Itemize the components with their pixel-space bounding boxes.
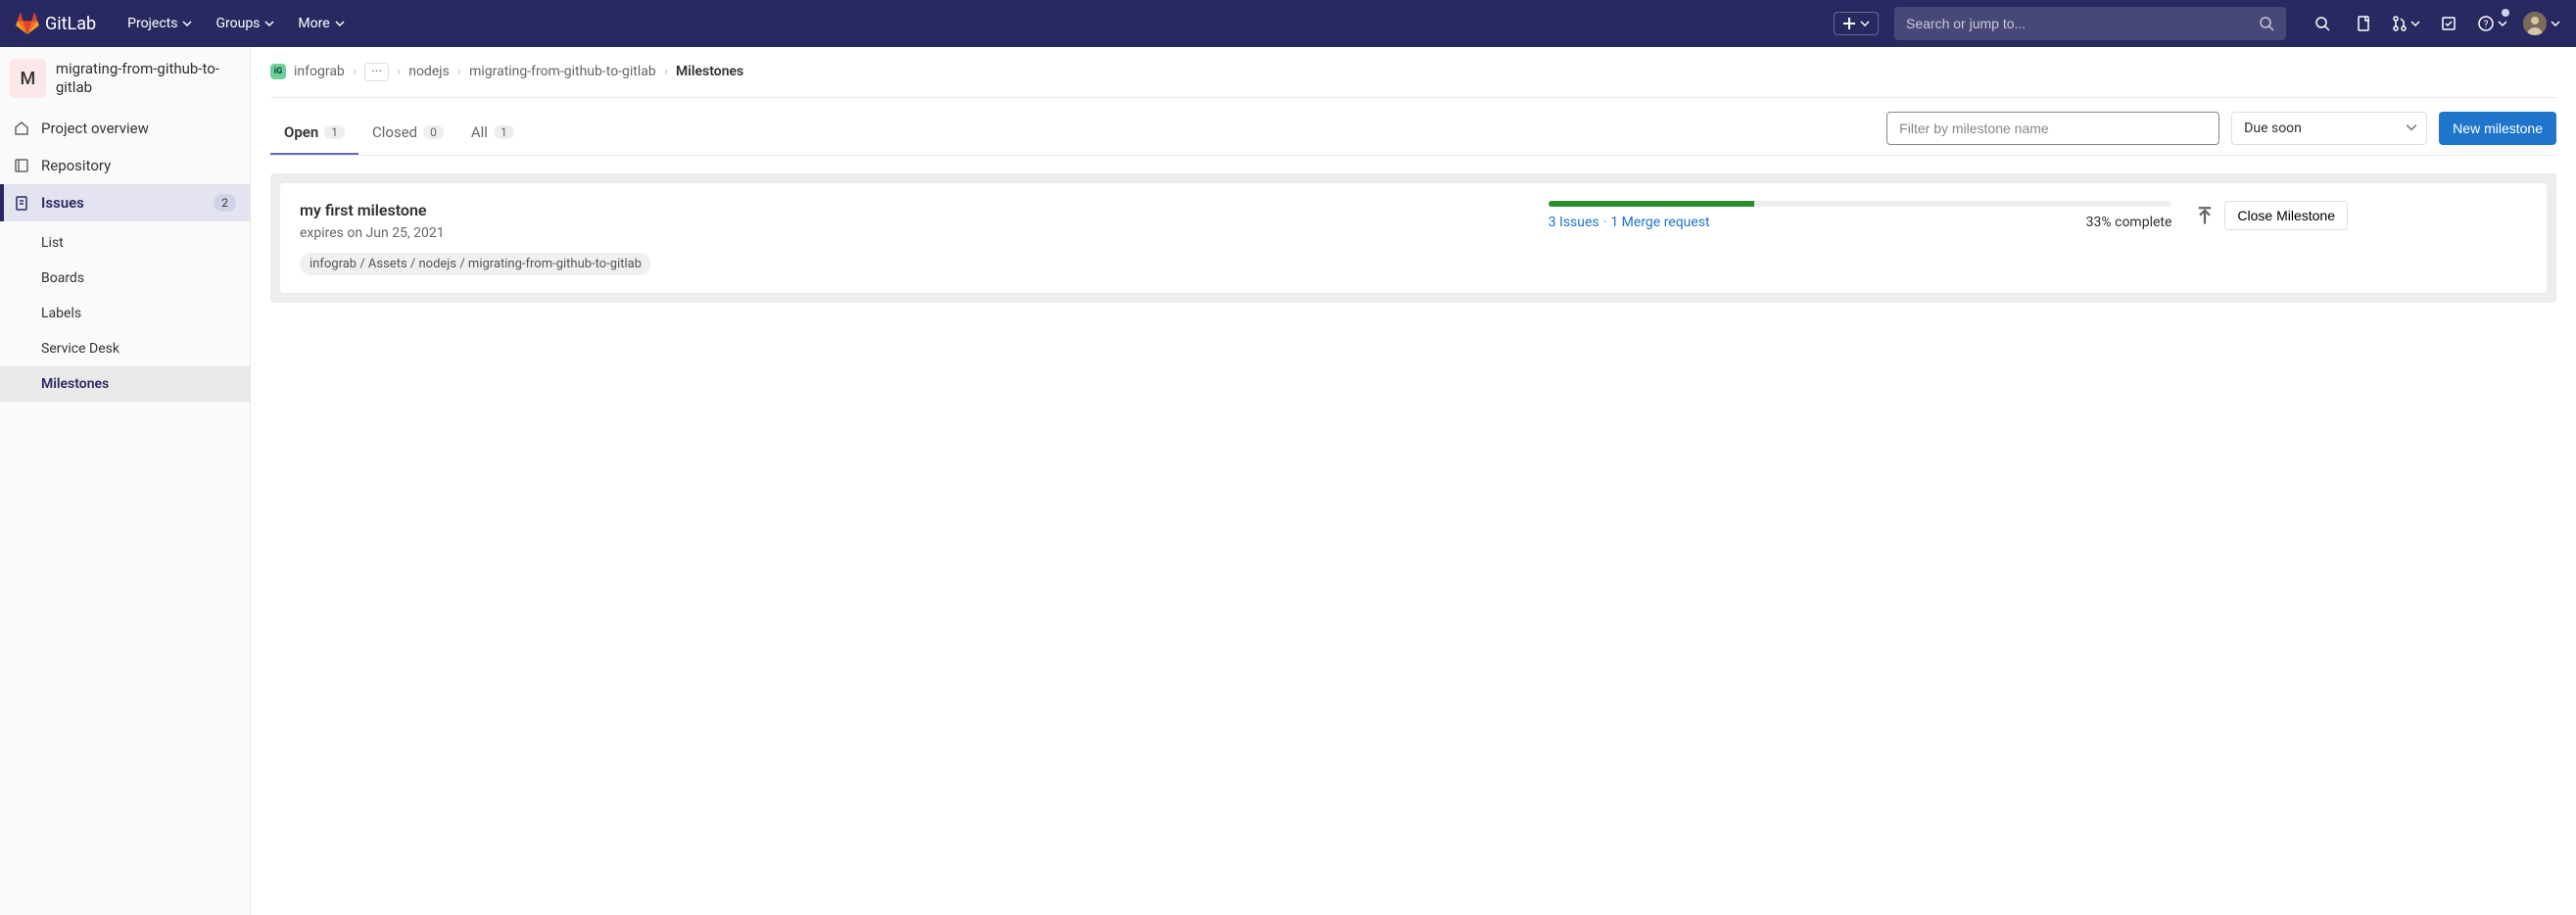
global-search[interactable] xyxy=(1894,7,2286,40)
repository-icon xyxy=(14,158,29,173)
crumb-current: Milestones xyxy=(676,64,743,79)
tab-all[interactable]: All 1 xyxy=(457,112,528,155)
sidebar-sub-list[interactable]: List xyxy=(0,225,250,261)
gitlab-icon xyxy=(16,12,39,35)
filter-bar: Open 1 Closed 0 All 1 Due soon xyxy=(270,98,2556,156)
chevron-down-icon xyxy=(182,19,192,28)
home-icon xyxy=(14,120,29,136)
user-avatar xyxy=(2523,12,2547,35)
merge-requests-icon-button[interactable] xyxy=(2388,7,2424,40)
gitlab-logo[interactable]: GitLab xyxy=(16,12,96,35)
milestone-path-chip[interactable]: infograb / Assets / nodejs / migrating-f… xyxy=(300,253,651,275)
milestone-card: my first milestone expires on Jun 25, 20… xyxy=(280,183,2547,293)
issues-count-badge: 2 xyxy=(214,194,236,212)
todo-icon xyxy=(2441,16,2457,31)
complete-text: 33% complete xyxy=(2086,215,2172,230)
breadcrumb-separator: › xyxy=(457,64,461,79)
search-icon-button[interactable] xyxy=(2306,7,2339,40)
crumb-group[interactable]: infograb xyxy=(294,64,345,79)
nav-more[interactable]: More xyxy=(286,0,356,47)
issues-icon-button[interactable] xyxy=(2347,7,2380,40)
progress-bar xyxy=(1549,201,2172,207)
sidebar-sub-service-desk[interactable]: Service Desk xyxy=(0,331,250,366)
search-icon xyxy=(2314,16,2330,31)
chevron-down-icon xyxy=(335,19,345,28)
brand-name: GitLab xyxy=(45,14,96,34)
top-navigation: GitLab Projects Groups More ? xyxy=(0,0,2576,47)
issues-subnav: List Boards Labels Service Desk Mileston… xyxy=(0,221,250,406)
help-icon-button[interactable]: ? xyxy=(2473,7,2511,40)
group-avatar-icon: iG xyxy=(270,64,286,79)
nav-projects[interactable]: Projects xyxy=(116,0,204,47)
merge-request-icon xyxy=(2392,16,2408,31)
sidebar-sub-labels[interactable]: Labels xyxy=(0,296,250,331)
issues-icon xyxy=(14,195,29,211)
chevron-down-icon xyxy=(2410,19,2420,28)
breadcrumb-separator: › xyxy=(664,64,668,79)
breadcrumb-separator: › xyxy=(397,64,401,79)
project-name: migrating-from-github-to-gitlab xyxy=(56,60,240,98)
tab-open[interactable]: Open 1 xyxy=(270,112,358,155)
project-avatar: M xyxy=(10,59,46,98)
sidebar-item-overview[interactable]: Project overview xyxy=(0,110,250,147)
promote-icon[interactable] xyxy=(2195,207,2215,226)
breadcrumb-separator: › xyxy=(353,64,357,79)
sidebar-item-issues[interactable]: Issues 2 xyxy=(0,184,250,221)
merge-requests-link[interactable]: 1 Merge request xyxy=(1610,215,1709,230)
chevron-down-icon xyxy=(1860,19,1870,28)
close-milestone-button[interactable]: Close Milestone xyxy=(2224,201,2348,230)
sidebar-sub-milestones[interactable]: Milestones xyxy=(0,366,250,402)
chevron-down-icon xyxy=(264,19,274,28)
issues-link[interactable]: 3 Issues xyxy=(1549,215,1599,230)
user-menu[interactable] xyxy=(2523,12,2560,35)
tab-all-count: 1 xyxy=(494,125,514,139)
milestone-filter-input[interactable] xyxy=(1886,112,2219,145)
breadcrumb: iG infograb › ··· › nodejs › migrating-f… xyxy=(270,47,2556,98)
milestone-expires: expires on Jun 25, 2021 xyxy=(300,225,1525,241)
state-tabs: Open 1 Closed 0 All 1 xyxy=(270,112,528,155)
document-icon xyxy=(2356,16,2371,31)
milestone-title[interactable]: my first milestone xyxy=(300,201,1525,219)
sort-dropdown[interactable]: Due soon xyxy=(2231,112,2427,145)
new-milestone-button[interactable]: New milestone xyxy=(2439,112,2556,145)
tab-closed[interactable]: Closed 0 xyxy=(358,112,457,155)
search-input[interactable] xyxy=(1906,16,2259,31)
chevron-down-icon xyxy=(2551,19,2560,28)
todos-icon-button[interactable] xyxy=(2432,7,2465,40)
chevron-down-icon xyxy=(2498,19,2507,28)
search-icon xyxy=(2259,16,2274,31)
plus-icon xyxy=(1842,17,1856,30)
crumb-nodejs[interactable]: nodejs xyxy=(408,64,450,79)
progress-fill xyxy=(1549,201,1754,207)
project-header[interactable]: M migrating-from-github-to-gitlab xyxy=(0,47,250,110)
notification-dot xyxy=(2502,9,2509,17)
tab-open-count: 1 xyxy=(324,125,345,139)
main-content: iG infograb › ··· › nodejs › migrating-f… xyxy=(251,47,2576,915)
help-icon: ? xyxy=(2477,15,2495,32)
new-dropdown-button[interactable] xyxy=(1834,12,1879,35)
nav-groups[interactable]: Groups xyxy=(204,0,286,47)
crumb-project[interactable]: migrating-from-github-to-gitlab xyxy=(469,64,656,79)
svg-text:?: ? xyxy=(2484,20,2489,30)
milestone-list: my first milestone expires on Jun 25, 20… xyxy=(270,173,2556,303)
sidebar-sub-boards[interactable]: Boards xyxy=(0,261,250,296)
tab-closed-count: 0 xyxy=(423,125,444,139)
project-sidebar: M migrating-from-github-to-gitlab Projec… xyxy=(0,47,251,915)
sidebar-item-repository[interactable]: Repository xyxy=(0,147,250,184)
breadcrumb-ellipsis[interactable]: ··· xyxy=(364,63,389,81)
